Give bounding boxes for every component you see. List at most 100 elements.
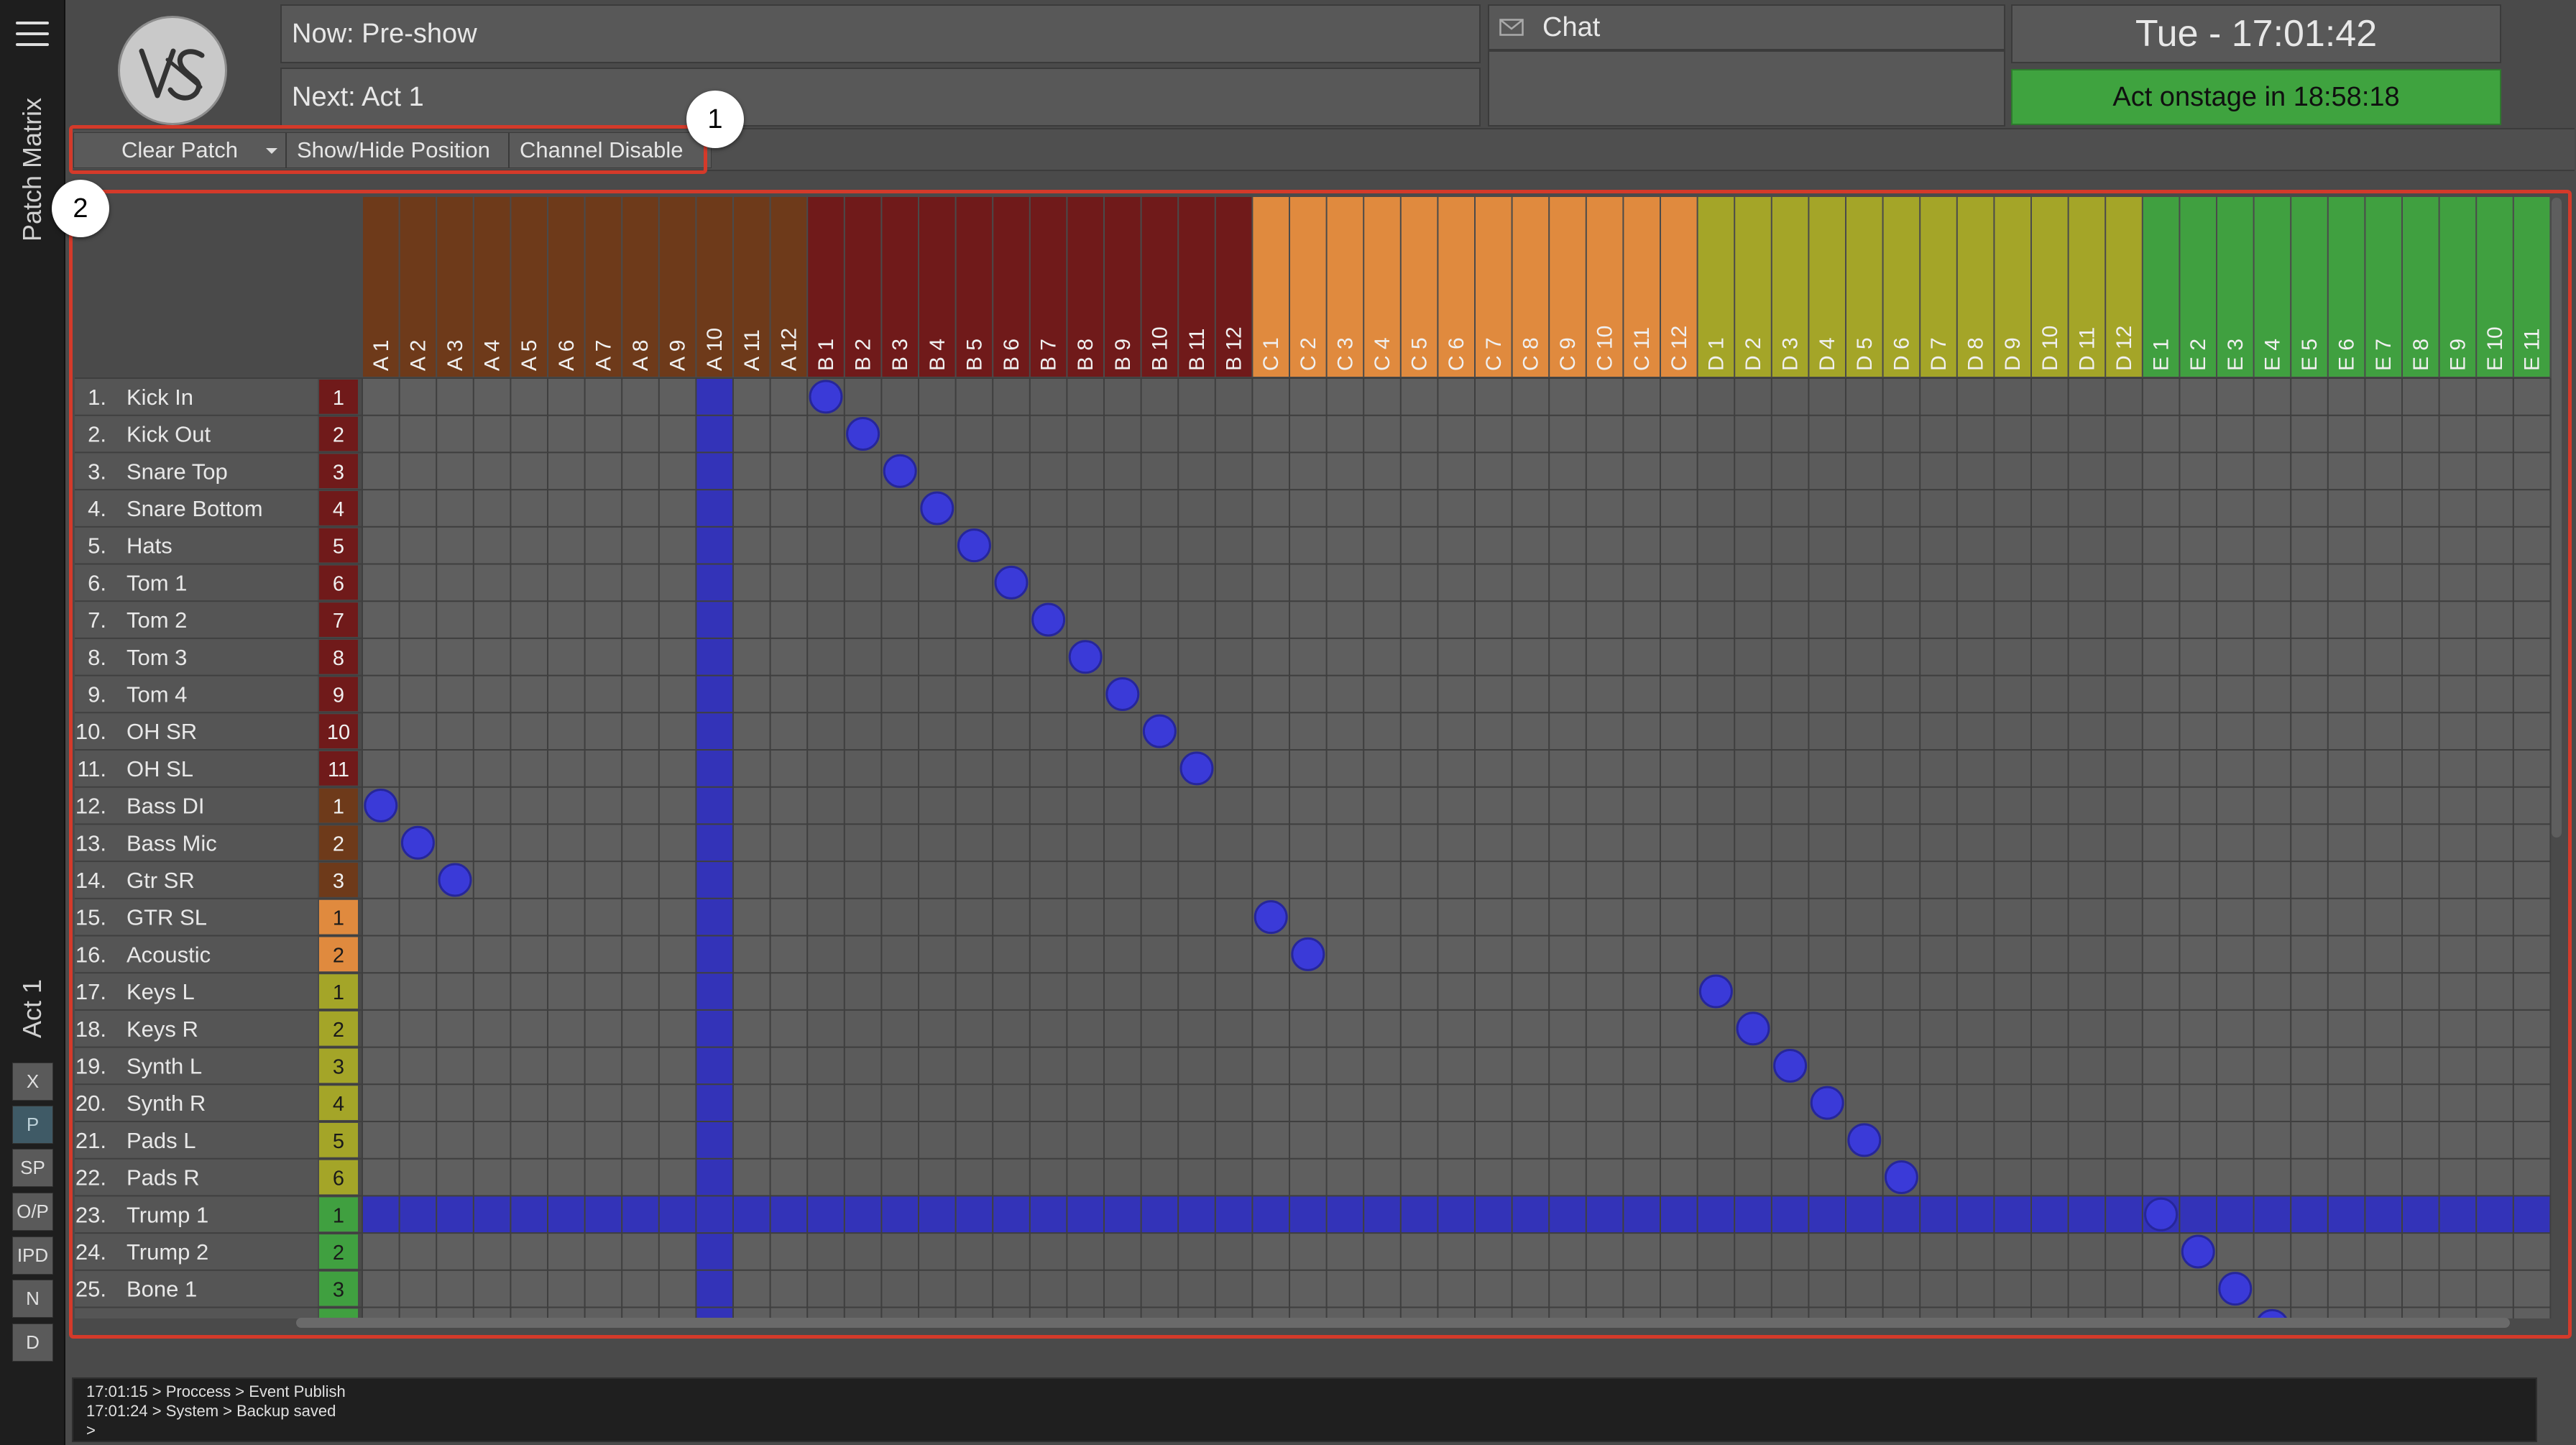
channel-number: 3 xyxy=(333,1055,344,1078)
patch-dot[interactable] xyxy=(1810,1086,1844,1120)
patch-dot[interactable] xyxy=(1773,1048,1808,1083)
rail-button-d[interactable]: D xyxy=(12,1324,53,1362)
patch-dot[interactable] xyxy=(1254,900,1288,935)
clear-patch-button[interactable]: Clear Patch xyxy=(73,132,286,168)
row-name: Tom 1 xyxy=(126,570,187,595)
row-label[interactable] xyxy=(75,602,318,638)
rail-button-sp[interactable]: SP xyxy=(12,1149,53,1187)
act-label: Act 1 xyxy=(17,978,47,1038)
patch-dot[interactable] xyxy=(1291,937,1325,971)
event-log[interactable]: 17:01:15 > Proccess > Event Publish 17:0… xyxy=(72,1377,2537,1442)
channel-number: 4 xyxy=(333,1093,344,1116)
row-name: OH SR xyxy=(126,719,197,744)
patch-dot[interactable] xyxy=(1736,1012,1770,1046)
channel-number: 1 xyxy=(333,387,344,410)
row-number: 9. xyxy=(88,682,106,707)
row-number: 22. xyxy=(75,1165,106,1191)
patch-dot[interactable] xyxy=(846,417,880,451)
channel-number: 1 xyxy=(333,907,344,930)
column-header-label: C 8 xyxy=(1519,337,1542,371)
row-name: Acoustic xyxy=(126,942,211,967)
patch-dot[interactable] xyxy=(883,454,917,488)
row-number: 10. xyxy=(75,719,106,744)
row-name: OH SL xyxy=(126,756,193,781)
patch-matrix-grid: A 1 A 2 A 3 A 4 A 5 A 6 A 7 A 8 A 9 A 10 A 11 A 12 B… xyxy=(69,197,2573,1320)
column-header-label: E 1 xyxy=(2150,339,2174,371)
channel-number: 10 xyxy=(327,721,350,744)
hamburger-menu-icon[interactable] xyxy=(16,22,49,50)
chat-input[interactable] xyxy=(1488,50,2005,127)
rail-button-op[interactable]: O/P xyxy=(12,1193,53,1231)
patch-dot[interactable] xyxy=(1031,602,1066,637)
highlight-row xyxy=(362,1196,2551,1234)
logo-mark-icon xyxy=(139,48,205,101)
patch-dot[interactable] xyxy=(2144,1197,2179,1231)
row-number: 12. xyxy=(75,794,106,819)
channel-number: 1 xyxy=(333,796,344,819)
column-header-label: B 5 xyxy=(962,339,986,371)
clear-patch-label: Clear Patch xyxy=(121,137,238,162)
patch-dot[interactable] xyxy=(1142,714,1177,748)
column-header-label: C 4 xyxy=(1371,337,1394,371)
patch-dot[interactable] xyxy=(438,863,472,897)
row-label[interactable] xyxy=(75,751,318,786)
patch-dot[interactable] xyxy=(809,380,843,414)
patch-dot[interactable] xyxy=(1105,676,1140,711)
channel-number: 5 xyxy=(333,536,344,559)
row-number: 1. xyxy=(88,385,106,410)
patch-dot[interactable] xyxy=(1698,974,1733,1009)
column-header-label: B 8 xyxy=(1074,339,1098,371)
row-number: 6. xyxy=(88,570,106,595)
horizontal-scrollbar[interactable] xyxy=(296,1318,2510,1328)
row-label[interactable] xyxy=(75,638,318,675)
patch-dot[interactable] xyxy=(1884,1160,1918,1195)
patch-dot[interactable] xyxy=(1847,1123,1882,1157)
column-header-label: A 2 xyxy=(406,340,430,371)
row-label[interactable] xyxy=(75,379,318,415)
patch-dot[interactable] xyxy=(364,789,398,823)
row-number: 11. xyxy=(77,756,106,781)
channel-disable-button[interactable]: Channel Disable xyxy=(509,132,712,168)
rail-button-n[interactable]: N xyxy=(12,1280,53,1318)
rail-button-p[interactable]: P xyxy=(12,1106,53,1144)
patch-dot[interactable] xyxy=(920,491,954,526)
row-number: 20. xyxy=(75,1091,106,1116)
patch-dot[interactable] xyxy=(2218,1272,2253,1306)
row-label[interactable] xyxy=(75,973,318,1009)
channel-number: 2 xyxy=(333,1242,344,1265)
column-header-label: E 6 xyxy=(2335,339,2359,371)
chevron-down-icon[interactable] xyxy=(265,147,278,155)
row-label[interactable] xyxy=(75,676,318,712)
column-header-label: C 6 xyxy=(1445,337,1468,371)
log-line: 17:01:24 > System > Backup saved xyxy=(86,1402,336,1420)
chat-header[interactable]: Chat xyxy=(1488,4,2005,50)
rail-button-x[interactable]: X xyxy=(12,1063,53,1101)
chat-label: Chat xyxy=(1542,12,1601,42)
vertical-scrollbar[interactable] xyxy=(2552,198,2562,838)
row-label[interactable] xyxy=(75,862,318,898)
channel-number: 2 xyxy=(333,944,344,967)
patch-dot[interactable] xyxy=(2181,1234,2215,1269)
patch-dot[interactable] xyxy=(400,825,435,860)
rail-button-ipd[interactable]: IPD xyxy=(12,1237,53,1275)
row-number: 16. xyxy=(75,942,106,967)
column-header-label: B 11 xyxy=(1185,329,1209,372)
row-number: 3. xyxy=(88,459,106,484)
column-header-label: D 6 xyxy=(1890,337,1913,371)
patch-dot[interactable] xyxy=(1179,751,1214,786)
patch-dot[interactable] xyxy=(994,565,1029,600)
row-name: Trump 2 xyxy=(126,1239,208,1265)
patch-dot[interactable] xyxy=(1068,640,1103,674)
app-window: Patch Matrix Act 1 X P SP O/P IPD N D No… xyxy=(0,0,2576,1445)
row-name: Kick Out xyxy=(126,422,211,447)
row-name: Keys R xyxy=(126,1017,198,1042)
row-label[interactable] xyxy=(75,564,318,601)
row-label[interactable] xyxy=(75,527,318,564)
row-label[interactable] xyxy=(75,1122,318,1158)
channel-number: 2 xyxy=(333,1019,344,1042)
channel-number: 7 xyxy=(333,610,344,633)
channel-number: 11 xyxy=(328,758,349,781)
channel-number: 6 xyxy=(333,572,344,595)
patch-dot[interactable] xyxy=(957,528,991,563)
show-hide-position-button[interactable]: Show/Hide Position xyxy=(286,132,509,168)
